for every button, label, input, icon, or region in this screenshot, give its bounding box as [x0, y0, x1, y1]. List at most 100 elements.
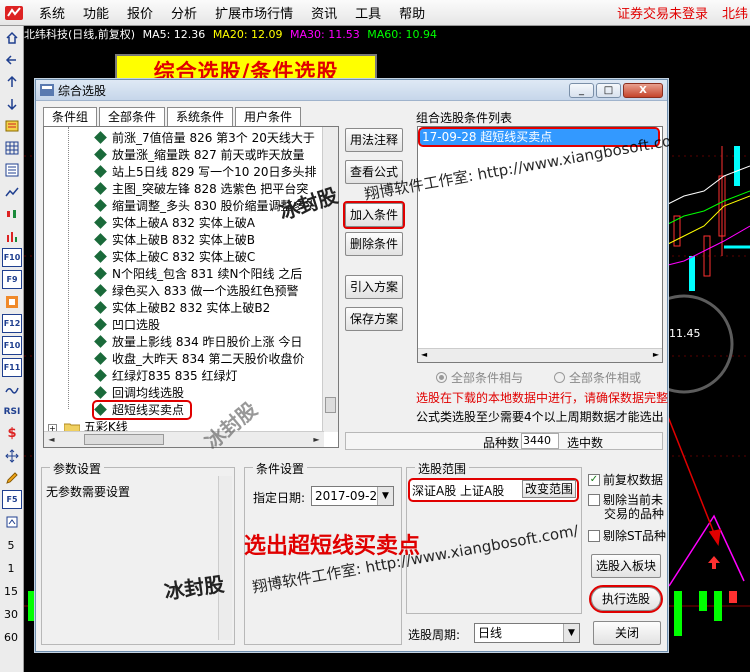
menu-tools[interactable]: 工具: [346, 3, 390, 22]
params-scrollbar[interactable]: [218, 476, 232, 640]
selected-count-label: 选中数: [567, 436, 604, 450]
tree-item-selected[interactable]: 超短线买卖点: [91, 400, 193, 420]
period-30min[interactable]: 30: [0, 603, 22, 626]
minimize-button[interactable]: _: [569, 82, 594, 98]
dialog-titlebar[interactable]: 综合选股 _ □ X: [36, 80, 667, 101]
stock-shortcut-link[interactable]: 北纬: [722, 3, 748, 22]
formula-icon: [94, 267, 107, 280]
tree-item[interactable]: 实体上破C 832 实体上破C: [94, 249, 255, 265]
tree-item[interactable]: 站上5日线 829 写一个10 20日多头排: [94, 164, 317, 180]
checkbox-exclude-st[interactable]: 剔除ST品种: [588, 527, 666, 544]
condition-settings-title: 条件设置: [253, 460, 308, 477]
period-5min[interactable]: 5: [0, 534, 22, 557]
tree-item[interactable]: 绿色买入 833 做一个选股红色预警: [94, 283, 299, 299]
usage-notes-button[interactable]: 用法注释: [345, 128, 403, 152]
scroll-left-icon[interactable]: ◄: [421, 350, 427, 359]
period-60min[interactable]: 60: [0, 626, 22, 649]
scroll-left-icon[interactable]: ◄: [44, 432, 59, 447]
buy-signal-arrow-icon: [708, 556, 720, 563]
pencil-icon[interactable]: [2, 468, 22, 487]
tree-item[interactable]: 实体上破B 832 实体上破B: [94, 232, 255, 248]
tree-item[interactable]: 红绿灯835 835 红绿灯: [94, 368, 237, 384]
add-condition-button[interactable]: 加入条件: [343, 201, 405, 229]
tab-system-conditions[interactable]: 系统条件: [167, 107, 234, 126]
scroll-right-icon[interactable]: ►: [309, 432, 324, 447]
save-plan-button[interactable]: 保存方案: [345, 307, 403, 331]
run-screening-button[interactable]: 执行选股: [589, 585, 663, 613]
scroll-right-icon[interactable]: ►: [653, 350, 659, 359]
tab-all-conditions[interactable]: 全部条件: [99, 107, 166, 126]
add-to-board-button[interactable]: 选股入板块: [591, 554, 661, 578]
candle-chart-icon[interactable]: [2, 204, 22, 223]
money-icon[interactable]: $: [2, 424, 22, 443]
bar-chart-icon[interactable]: [2, 226, 22, 245]
menu-function[interactable]: 功能: [74, 3, 118, 22]
candles: [673, 146, 740, 291]
tree-item[interactable]: 实体上破B2 832 实体上破B2: [94, 300, 270, 316]
radio-all-and[interactable]: 全部条件相与: [436, 369, 523, 386]
f8-icon[interactable]: [2, 292, 22, 311]
f10-icon[interactable]: F10: [2, 248, 22, 267]
menu-extended-market[interactable]: 扩展市场行情: [206, 3, 302, 22]
delete-condition-button[interactable]: 删除条件: [345, 232, 403, 256]
arrow-up-icon[interactable]: [2, 72, 22, 91]
level-icon[interactable]: [2, 512, 22, 531]
f12-icon[interactable]: F12: [2, 314, 22, 333]
radio-all-or[interactable]: 全部条件相或: [554, 369, 641, 386]
arrow-left-icon[interactable]: [2, 50, 22, 69]
change-range-button[interactable]: 改变范围: [522, 480, 576, 498]
app-logo-icon[interactable]: [3, 3, 25, 23]
period-1min[interactable]: 1: [0, 557, 22, 580]
rsi-icon[interactable]: RSI: [2, 402, 22, 421]
chevron-down-icon[interactable]: ▼: [377, 487, 393, 505]
f10b-icon[interactable]: F10: [2, 336, 22, 355]
tab-user-conditions[interactable]: 用户条件: [235, 107, 302, 126]
tree-item[interactable]: 前涨_7值倍量 826 第3个 20天线大于: [94, 130, 315, 146]
arrow-down-icon[interactable]: [2, 94, 22, 113]
tree-item[interactable]: 回调均线选股: [94, 385, 184, 401]
f9-icon[interactable]: F9: [2, 270, 22, 289]
tree-item[interactable]: 凹口选股: [94, 317, 160, 333]
combo-list-label: 组合选股条件列表: [416, 111, 513, 125]
formula-icon: [94, 301, 107, 314]
chevron-down-icon[interactable]: ▼: [563, 624, 579, 642]
f5-icon[interactable]: F5: [2, 490, 22, 509]
menu-help[interactable]: 帮助: [390, 3, 434, 22]
period-15min[interactable]: 15: [0, 580, 22, 603]
maximize-button[interactable]: □: [596, 82, 621, 98]
tree-item[interactable]: 收盘_大昨天 834 第二天股价收盘价: [94, 351, 305, 367]
close-window-button[interactable]: X: [623, 82, 663, 98]
menu-quote[interactable]: 报价: [118, 3, 162, 22]
tree-item[interactable]: 实体上破A 832 实体上破A: [94, 215, 255, 231]
list-icon[interactable]: [2, 160, 22, 179]
home-icon[interactable]: [2, 28, 22, 47]
tree-item[interactable]: N个阳线_包含 831 续N个阳线 之后: [94, 266, 302, 282]
tree-item[interactable]: 放量上影线 834 昨日股价上涨 今日: [94, 334, 302, 350]
trade-login-status[interactable]: 证券交易未登录: [617, 3, 708, 22]
tree-vscroll[interactable]: [322, 127, 338, 432]
tree-item[interactable]: 主图_突破左锋 828 选紫色 把平台突: [94, 181, 308, 197]
close-button[interactable]: 关闭: [593, 621, 661, 645]
quote-table-icon[interactable]: [2, 116, 22, 135]
menu-news[interactable]: 资讯: [302, 3, 346, 22]
import-plan-button[interactable]: 引入方案: [345, 275, 403, 299]
move-icon[interactable]: [2, 446, 22, 465]
menu-system[interactable]: 系统: [30, 3, 74, 22]
f11-icon[interactable]: F11: [2, 358, 22, 377]
indicator-icon[interactable]: [2, 380, 22, 399]
tab-condition-group[interactable]: 条件组: [43, 107, 98, 126]
menu-analysis[interactable]: 分析: [162, 3, 206, 22]
line-chart-icon[interactable]: [2, 182, 22, 201]
combo-list-hscroll[interactable]: ◄ ►: [418, 348, 662, 362]
period-select[interactable]: 日线 ▼: [474, 623, 580, 643]
tree-hscroll[interactable]: ◄ ►: [44, 431, 324, 447]
checkbox-prev-adjusted[interactable]: ✓ 前复权数据: [588, 471, 663, 488]
dialog-title: 综合选股: [58, 83, 107, 98]
params-text: 无参数需要设置: [46, 485, 131, 499]
date-picker[interactable]: 2017-09-28 ▼: [311, 486, 394, 506]
condition-tree[interactable]: 前涨_7值倍量 826 第3个 20天线大于 放量涨_缩量跌 827 前天或昨天…: [43, 126, 339, 448]
grid-icon[interactable]: [2, 138, 22, 157]
tree-item[interactable]: 放量涨_缩量跌 827 前天或昨天放量: [94, 147, 305, 163]
formula-icon: [94, 233, 107, 246]
range-title: 选股范围: [415, 460, 470, 477]
